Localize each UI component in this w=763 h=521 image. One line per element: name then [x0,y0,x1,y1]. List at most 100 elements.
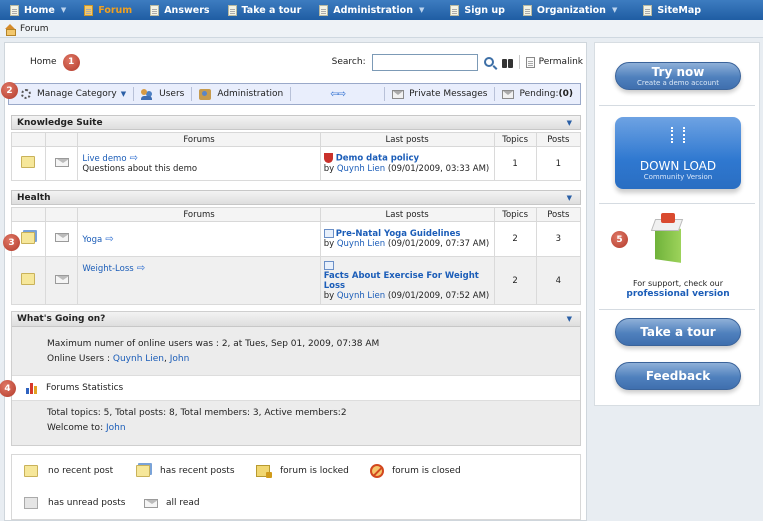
post-date: (09/01/2009, 07:37 AM) [387,239,490,249]
column-header-last-posts: Last posts [319,207,495,222]
online-user-link[interactable]: Quynh Lien [113,354,164,364]
divider [518,55,520,69]
legend-label: forum is locked [280,466,349,476]
table-header-row: Forums Last posts Topics Posts [11,132,582,147]
collapse-icon[interactable]: ▼ [567,315,572,323]
advanced-search-icon[interactable] [501,57,513,68]
page-icon [522,4,532,16]
online-user-link[interactable]: John [170,354,190,364]
envelope-icon [392,89,405,99]
icon-legend: no recent post has recent posts forum is… [11,454,581,520]
users-button[interactable]: Users [134,84,191,104]
promo-sidebar: Try now Create a demo account DOWN LOAD … [594,42,760,406]
last-post-link[interactable]: Pre-Natal Yoga Guidelines [336,229,461,239]
category-header-knowledge-suite[interactable]: Knowledge Suite ▼ [11,115,581,130]
pending-count: (0) [558,89,574,99]
all-read-icon [54,233,69,242]
page-icon [10,4,19,16]
column-header-topics: Topics [493,207,537,222]
separator: , [164,354,167,364]
author-link[interactable]: Quynh Lien [337,239,385,249]
nav-take-a-tour[interactable]: Take a tour [218,0,310,20]
legend-no-recent: no recent post [24,465,113,477]
last-post-link[interactable]: Facts About Exercise For Weight Loss [324,271,494,291]
forums-statistics-row: 4 Forums Statistics [0,375,580,401]
whats-going-on-header[interactable]: What's Going on? ▼ [12,312,580,327]
category-header-health[interactable]: Health ▼ [11,190,581,205]
statistics-block: Total topics: 5, Total posts: 8, Total m… [12,401,580,433]
search-input[interactable] [371,53,478,71]
nav-label: Administration [333,4,413,16]
take-a-tour-button[interactable]: Take a tour [615,318,741,346]
private-messages-button[interactable]: Private Messages [385,84,494,104]
welcome-user-link[interactable]: John [106,423,126,433]
totals-text: Total topics: 5, Total posts: 8, Total m… [47,408,347,418]
forum-home-link[interactable]: Home [30,57,57,67]
nav-label: Forum [98,4,133,16]
page-icon [150,4,160,16]
administration-label: Administration [217,89,284,99]
online-users-block: Maximum numer of online users was : 2, a… [12,327,580,375]
search-label: Search: [331,57,366,67]
administration-button[interactable]: Administration [192,84,290,104]
post-date: (09/01/2009, 07:52 AM) [387,290,490,301]
nav-sitemap[interactable]: SiteMap [633,0,709,20]
download-button[interactable]: DOWN LOAD Community Version [615,117,741,189]
feedback-label: Feedback [645,369,711,383]
locked-icon [256,465,272,478]
search-icon[interactable] [483,57,494,67]
nav-home[interactable]: Home ▼ [0,0,74,20]
category-title: Knowledge Suite [17,117,103,128]
feedback-button[interactable]: Feedback [615,362,741,390]
chevron-down-icon: ▼ [611,6,618,14]
by-label: by [323,290,335,301]
professional-version-link[interactable]: professional version [595,289,761,299]
pending-button[interactable]: Pending: (0) [495,84,580,104]
forum-link-yoga[interactable]: Yoga [82,235,102,245]
legend-label: has unread posts [48,498,126,508]
forum-description: Questions about this demo [82,164,198,174]
collapse-icon[interactable]: ▼ [567,119,572,127]
nav-answers[interactable]: Answers [140,0,217,20]
callout-badge-5: 5 [611,231,628,248]
no-recent-post-icon [24,465,38,477]
callout-badge-3: 3 [3,234,20,251]
legend-all-read: all read [144,498,200,508]
try-now-button[interactable]: Try now Create a demo account [615,62,741,90]
forum-link-live-demo[interactable]: Live demo [82,154,126,164]
column-header-posts: Posts [535,207,582,222]
last-post-link[interactable]: Demo data policy [336,154,419,164]
table-row: Live demo ⇨ Questions about this demo Dem… [11,146,582,181]
try-now-label: Try now [651,65,705,79]
section-title: What's Going on? [17,314,106,324]
nav-sign-up[interactable]: Sign up [440,0,513,20]
post-date: (09/01/2009, 03:33 AM) [387,163,490,174]
back-forward-arrows-icon[interactable]: ⇦⇨ [330,89,346,100]
breadcrumb-forum[interactable]: Forum [20,24,49,34]
callout-badge-2: 2 [1,82,18,99]
collapse-icon[interactable]: ▼ [567,194,572,202]
permalink-link[interactable]: Permalink [539,57,583,67]
post-icon [323,260,334,270]
nav-administration[interactable]: Administration ▼ [309,0,432,20]
locked-post-icon [323,153,333,164]
forum-link-weight-loss[interactable]: Weight-Loss [82,264,133,274]
statistics-icon [26,382,38,394]
breadcrumb: Forum [0,20,763,38]
author-link[interactable]: Quynh Lien [337,164,385,174]
administration-icon [199,88,212,100]
nav-forum[interactable]: Forum [74,0,140,20]
author-link[interactable]: Quynh Lien [337,291,385,301]
page-icon [643,4,653,16]
forum-table-knowledge-suite: Forums Last posts Topics Posts Live demo… [11,132,582,181]
nav-organization[interactable]: Organization ▼ [513,0,625,20]
chevron-down-icon: ▼ [60,6,67,14]
nav-label: Take a tour [241,4,302,16]
gear-icon [21,89,31,99]
forum-header-row: Home 1 Search: Permalink [11,49,583,75]
max-online-text: Maximum numer of online users was : 2, a… [47,339,380,349]
posts-count: 1 [535,146,582,181]
legend-label: has recent posts [160,466,235,476]
table-row: Weight-Loss ⇨ Facts About Exercise For We… [11,256,582,305]
manage-category-button[interactable]: Manage Category ▼ [9,84,133,104]
